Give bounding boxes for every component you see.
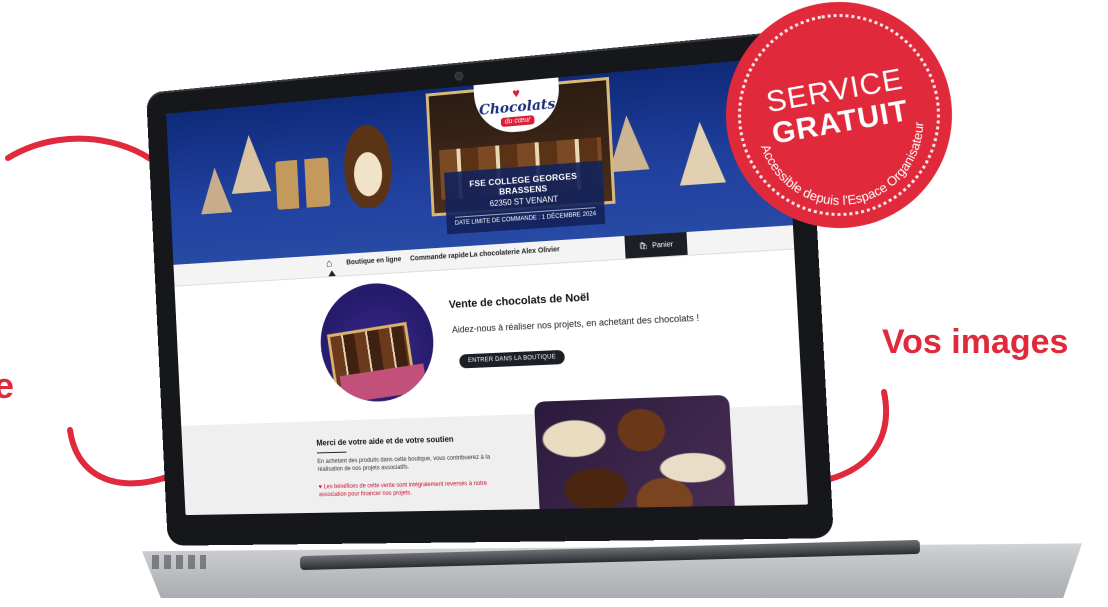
promo-title: Vente de chocolats de Noël [448,291,590,312]
chocolate-penguin [342,122,394,210]
christmas-box-image [317,280,437,404]
gift-box [275,157,331,210]
cart-label: Panier [651,240,674,250]
tree-decoration [228,133,272,194]
service-badge: Accessible depuis l'Espace Organisateur … [708,0,970,246]
nav-item-boutique[interactable]: Boutique en ligne [346,256,401,266]
callout-left-text: e [0,365,15,406]
tree-decoration [676,119,727,186]
nav-item-chocolaterie[interactable]: La chocolaterie Alex Olivier [469,246,560,259]
benefit-text: Les bénéfices de cette vente sont intégr… [318,480,488,499]
tree-decoration [198,166,233,215]
bag-icon: 🛍 [638,242,649,251]
callout-right-text: Vos images [882,323,1069,361]
organizer-name: FSE COLLEGE GEORGES BRASSENS [468,170,578,197]
logo-subtext: du cœur [500,115,535,128]
nav-item-commande[interactable]: Commande rapide [410,252,469,263]
home-icon[interactable]: ⌂ [326,258,333,270]
chocolates-photo [534,394,736,516]
enter-shop-button[interactable]: ENTRER DANS LA BOUTIQUE [459,349,566,369]
order-deadline: DATE LIMITE DE COMMANDE : 1 DÉCEMBRE 202… [454,206,597,227]
laptop-ports [152,555,206,569]
active-caret-icon [328,270,336,277]
logo-text: Chocolats [478,96,556,119]
website-screen: ♥ Chocolats du cœur FSE COLLEGE GEORGES … [166,56,808,516]
organizer-panel: FSE COLLEGE GEORGES BRASSENS 62350 ST VE… [444,160,606,235]
heart-icon: ♥ [511,85,521,101]
webcam-icon [454,71,464,82]
cart-button[interactable]: 🛍 Panier [624,232,688,259]
heart-icon: ♥ [318,484,323,491]
promo-text: Aidez-nous à réaliser nos projets, en ac… [451,312,700,335]
